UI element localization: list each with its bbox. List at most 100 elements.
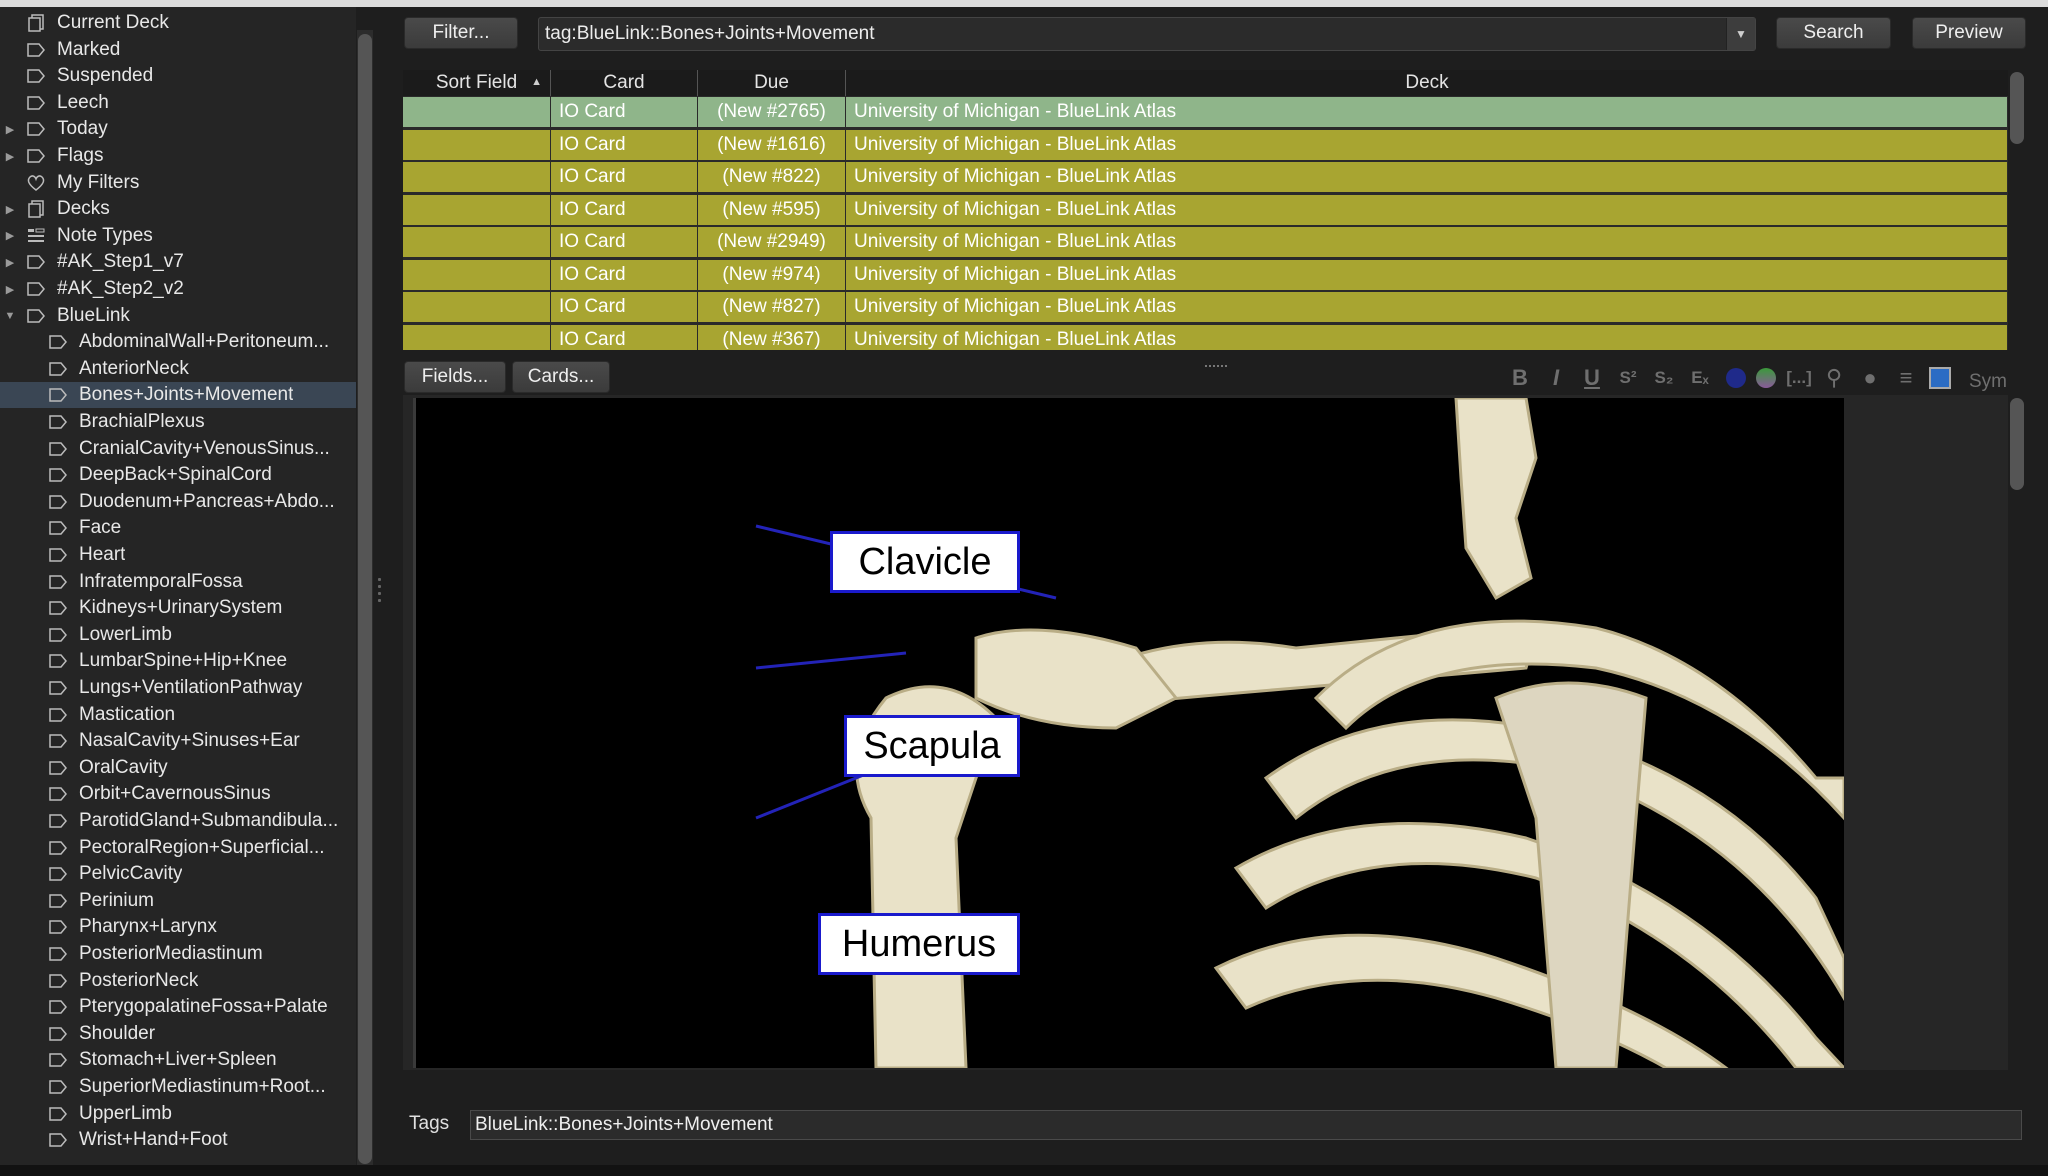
table-editor-splitter[interactable] [1205,351,1229,367]
subscript-icon[interactable]: S₂ [1650,364,1678,392]
expand-down-icon[interactable]: ▼ [4,310,16,322]
expand-right-icon[interactable]: ▶ [4,230,16,242]
sidebar-scrollbar-thumb[interactable] [358,34,372,1164]
occlusion-image[interactable]: Clavicle Scapula Humerus [413,398,1844,1068]
sidebar-item-lowerlimb[interactable]: LowerLimb [0,622,356,648]
sidebar-item-infratemporalfossa[interactable]: InfratemporalFossa [0,569,356,595]
text-color-icon[interactable] [1722,364,1750,392]
sidebar-item-stomach-liver-spleen[interactable]: Stomach+Liver+Spleen [0,1047,356,1073]
sidebar-item-pelviccavity[interactable]: PelvicCavity [0,861,356,887]
bold-icon[interactable]: B [1506,364,1534,392]
expand-right-icon[interactable]: ▶ [4,256,16,269]
sidebar-item-note-types[interactable]: ▶ Note Types [0,223,356,249]
sidebar-item-posteriorneck[interactable]: PosteriorNeck [0,968,356,994]
attach-icon[interactable]: ⚲ [1820,364,1848,392]
expand-right-icon[interactable]: ▶ [4,203,16,216]
sidebar-item--ak-step1-v7[interactable]: ▶ #AK_Step1_v7 [0,249,356,275]
sidebar-item-pectoralregion-superficial[interactable]: PectoralRegion+Superficial... [0,835,356,861]
table-row[interactable]: IO Card (New #367) University of Michigan … [403,324,2008,350]
superscript-icon[interactable]: S² [1614,364,1642,392]
tags-input[interactable]: BlueLink::Bones+Joints+Movement [470,1110,2022,1140]
sidebar-item-kidneys-urinarysystem[interactable]: Kidneys+UrinarySystem [0,595,356,621]
clear-format-icon[interactable]: Eₓ [1686,364,1714,392]
column-header-deck[interactable]: Deck [846,70,2008,96]
sidebar-item-deepback-spinalcord[interactable]: DeepBack+SpinalCord [0,462,356,488]
tag-icon [48,945,68,963]
sidebar-item-upperlimb[interactable]: UpperLimb [0,1101,356,1127]
fields-button[interactable]: Fields... [404,361,506,393]
sidebar-item-perinium[interactable]: Perinium [0,888,356,914]
sidebar-item-my-filters[interactable]: My Filters [0,170,356,196]
cell-deck: University of Michigan - BlueLink Atlas [846,194,2008,225]
sidebar-item-lumbarspine-hip-knee[interactable]: LumbarSpine+Hip+Knee [0,648,356,674]
more-icon[interactable]: ≡ [1892,364,1920,392]
record-audio-icon[interactable]: ● [1856,364,1884,392]
tag-icon [48,466,68,484]
table-row[interactable]: IO Card (New #2765) University of Michigan… [403,97,2008,129]
sidebar-splitter-handle[interactable] [378,578,382,608]
sidebar-item-label: Stomach+Liver+Spleen [79,1049,277,1071]
sidebar-item-parotidgland-submandibula[interactable]: ParotidGland+Submandibula... [0,808,356,834]
sidebar-item-marked[interactable]: Marked [0,37,356,63]
sidebar-item-lungs-ventilationpathway[interactable]: Lungs+VentilationPathway [0,675,356,701]
symbols-button[interactable]: Sym [1966,368,2010,396]
search-combobox[interactable]: tag:BlueLink::Bones+Joints+Movement ▼ [538,17,1756,51]
image-occlusion-icon[interactable] [1926,364,1954,392]
expand-right-icon[interactable]: ▶ [4,123,16,136]
table-row[interactable]: IO Card (New #1616) University of Michigan… [403,129,2008,162]
sidebar-item-current-deck[interactable]: Current Deck [0,10,356,36]
highlight-color-icon[interactable] [1752,364,1780,392]
sidebar-item-cranialcavity-venoussinus[interactable]: CranialCavity+VenousSinus... [0,436,356,462]
sidebar-item-label: UpperLimb [79,1102,172,1124]
preview-button[interactable]: Preview [1912,17,2026,49]
sidebar-item-pterygopalatinefossa-palate[interactable]: PterygopalatineFossa+Palate [0,994,356,1020]
sidebar-item-bones-joints-movement[interactable]: Bones+Joints+Movement [0,382,356,409]
column-header-sort-field[interactable]: Sort Field ▲ [403,70,551,96]
sidebar-item--ak-step2-v2[interactable]: ▶ #AK_Step2_v2 [0,276,356,302]
chevron-down-icon[interactable]: ▼ [1726,18,1755,50]
sidebar-item-abdominalwall-peritoneum[interactable]: AbdominalWall+Peritoneum... [0,329,356,355]
table-row[interactable]: IO Card (New #595) University of Michigan … [403,194,2008,227]
expand-right-icon[interactable]: ▶ [4,283,16,296]
sidebar-item-shoulder[interactable]: Shoulder [0,1021,356,1047]
sidebar-item-nasalcavity-sinuses-ear[interactable]: NasalCavity+Sinuses+Ear [0,728,356,754]
sidebar-item-brachialplexus[interactable]: BrachialPlexus [0,409,356,435]
cell-sort-field [403,162,551,192]
search-button[interactable]: Search [1776,17,1891,49]
sidebar-item-duodenum-pancreas-abdo[interactable]: Duodenum+Pancreas+Abdo... [0,489,356,515]
sidebar-item-anteriorneck[interactable]: AnteriorNeck [0,356,356,382]
sidebar-item-superiormediastinum-root[interactable]: SuperiorMediastinum+Root... [0,1074,356,1100]
table-row[interactable]: IO Card (New #2949) University of Michigan… [403,227,2008,259]
table-row[interactable]: IO Card (New #822) University of Michigan … [403,162,2008,194]
sidebar-item-pharynx-larynx[interactable]: Pharynx+Larynx [0,914,356,940]
sidebar-item-orbit-cavernoussinus[interactable]: Orbit+CavernousSinus [0,781,356,807]
sidebar-item-today[interactable]: ▶ Today [0,116,356,142]
filter-button[interactable]: Filter... [404,17,518,49]
sidebar-item-bluelink[interactable]: ▼ BlueLink [0,303,356,329]
sidebar-item-label: AnteriorNeck [79,357,189,379]
sidebar-item-leech[interactable]: Leech [0,90,356,116]
sidebar-item-flags[interactable]: ▶ Flags [0,143,356,169]
editor-scrollbar-thumb[interactable] [2010,398,2024,490]
italic-icon[interactable]: I [1542,364,1570,392]
sidebar-item-mastication[interactable]: Mastication [0,702,356,728]
table-row[interactable]: IO Card (New #974) University of Michigan … [403,259,2008,292]
sidebar-item-label: OralCavity [79,756,168,778]
underline-icon[interactable]: U [1578,364,1606,392]
sidebar-item-suspended[interactable]: Suspended [0,63,356,89]
sidebar-item-decks[interactable]: ▶ Decks [0,196,356,222]
column-header-due[interactable]: Due [698,70,846,96]
cloze-icon[interactable]: [...] [1785,364,1813,392]
table-scrollbar-thumb[interactable] [2010,72,2024,144]
cell-sort-field [403,324,551,350]
sidebar-item-posteriormediastinum[interactable]: PosteriorMediastinum [0,941,356,967]
sidebar-item-wrist-hand-foot[interactable]: Wrist+Hand+Foot [0,1127,356,1153]
sidebar-item-oralcavity[interactable]: OralCavity [0,755,356,781]
cards-button[interactable]: Cards... [512,361,610,393]
sidebar-item-heart[interactable]: Heart [0,542,356,568]
expand-right-icon[interactable]: ▶ [4,150,16,163]
search-query-text[interactable]: tag:BlueLink::Bones+Joints+Movement [545,23,875,45]
column-header-card[interactable]: Card [551,70,698,96]
sidebar-item-face[interactable]: Face [0,515,356,541]
table-row[interactable]: IO Card (New #827) University of Michigan … [403,292,2008,324]
